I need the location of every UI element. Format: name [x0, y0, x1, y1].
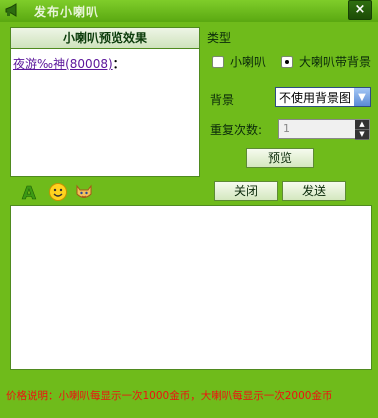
stepper-buttons: ▲ ▼ — [355, 120, 369, 140]
background-select-value: 不使用背景图 — [279, 90, 352, 105]
chevron-down-icon[interactable]: ▼ — [354, 88, 370, 106]
close-window-button[interactable]: × — [348, 0, 372, 20]
radio-small-indicator[interactable] — [212, 55, 224, 68]
preview-sender-name[interactable]: 夜游‰神(80008) — [13, 57, 113, 71]
radio-big-indicator[interactable] — [281, 55, 293, 68]
radio-big-horn[interactable]: 大喇叭带背景 — [281, 53, 371, 70]
radio-small-label: 小喇叭 — [230, 55, 267, 69]
cat-face-icon[interactable] — [74, 182, 94, 202]
send-button[interactable]: 发送 — [282, 181, 346, 201]
stepper-down-icon[interactable]: ▼ — [355, 130, 369, 140]
repeat-label: 重复次数: — [210, 123, 263, 137]
preview-panel: 小喇叭预览效果 夜游‰神(80008)： — [10, 27, 200, 177]
window-title: 发布小喇叭 — [34, 5, 100, 19]
price-note: 价格说明：小喇叭每显示一次1000金币，大喇叭每显示一次2000金币 — [6, 390, 333, 402]
font-icon[interactable]: A — [20, 182, 40, 202]
repeat-value[interactable]: 1 — [279, 120, 355, 138]
broadcast-window: 发布小喇叭 × 小喇叭预览效果 夜游‰神(80008)： 类型 小喇叭 大喇叭带… — [0, 0, 378, 418]
preview-colon: ： — [112, 57, 125, 71]
format-toolbar: A 关闭 发送 — [10, 180, 370, 204]
megaphone-icon — [5, 3, 17, 17]
stepper-up-icon[interactable]: ▲ — [355, 120, 369, 130]
preview-message: 夜游‰神(80008)： — [11, 49, 199, 78]
preview-header: 小喇叭预览效果 — [11, 28, 199, 49]
message-input[interactable] — [10, 205, 372, 370]
repeat-stepper[interactable]: 1 ▲ ▼ — [278, 119, 370, 140]
type-label: 类型 — [207, 31, 232, 45]
radio-big-label: 大喇叭带背景 — [299, 55, 372, 69]
background-label: 背景 — [210, 93, 235, 107]
radio-small-horn[interactable]: 小喇叭 — [212, 53, 266, 70]
preview-button[interactable]: 预览 — [246, 148, 314, 168]
svg-text:A: A — [22, 183, 36, 202]
background-select[interactable]: 不使用背景图 ▼ — [275, 87, 371, 107]
close-button[interactable]: 关闭 — [214, 181, 278, 201]
smiley-icon[interactable] — [48, 182, 68, 202]
title-bar[interactable]: 发布小喇叭 × — [0, 0, 378, 22]
